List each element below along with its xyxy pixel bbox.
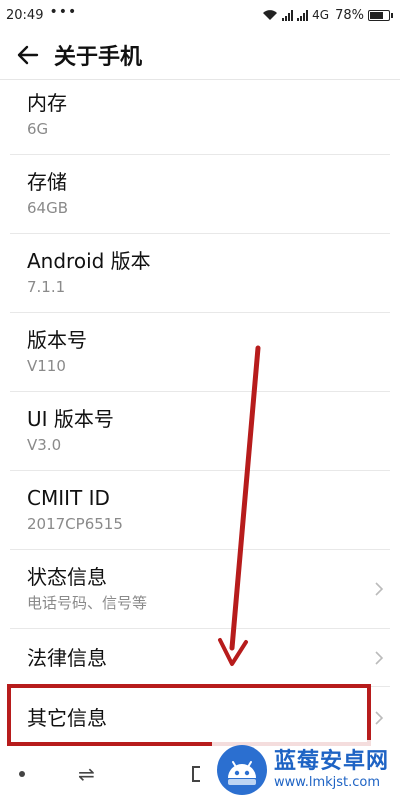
item-title: Android 版本 — [27, 249, 151, 273]
item-subtitle: 2017CP6515 — [27, 515, 123, 533]
nav-dot-icon[interactable] — [19, 771, 25, 777]
chevron-right-icon — [375, 582, 384, 596]
list-item-build-number[interactable]: 版本号 V110 — [10, 313, 390, 392]
item-subtitle: V110 — [27, 357, 66, 375]
list-item-cmiit-id[interactable]: CMIIT ID 2017CP6515 — [10, 471, 390, 550]
item-subtitle: 电话号码、信号等 — [27, 594, 148, 612]
status-time: 20:49 — [6, 7, 44, 23]
item-subtitle: 6G — [27, 120, 49, 138]
item-title: 法律信息 — [27, 645, 107, 670]
watermark-url: www.lmkjst.com — [274, 775, 381, 790]
item-subtitle: 64GB — [27, 199, 69, 217]
item-subtitle: 7.1.1 — [27, 278, 66, 296]
nav-recent-apps-icon[interactable] — [192, 766, 200, 782]
item-title: 存储 — [27, 170, 67, 194]
watermark-title: 蓝莓安卓网 — [274, 749, 390, 774]
network-type: 4G — [312, 8, 330, 22]
status-right: 4G 78% — [262, 7, 393, 23]
item-subtitle: V3.0 — [27, 436, 62, 454]
settings-list: 内存 6G 存储 64GB Android 版本 7.1.1 版本号 V110 … — [0, 80, 400, 749]
screen: 20:49 ••• 4G 78% 关于手机 内存 6G 存储 64GB Andr… — [0, 0, 400, 800]
notification-dots-icon: ••• — [49, 4, 78, 20]
item-title: UI 版本号 — [27, 407, 114, 431]
page-title: 关于手机 — [54, 44, 143, 70]
status-left: 20:49 ••• — [6, 4, 77, 23]
back-arrow-icon[interactable] — [8, 35, 48, 75]
battery-percent: 78% — [335, 7, 364, 23]
battery-icon — [368, 9, 393, 21]
list-item-legal-info[interactable]: 法律信息 — [10, 629, 390, 687]
watermark: 蓝莓安卓网 www.lmkjst.com — [212, 740, 400, 800]
chevron-right-icon — [375, 711, 384, 725]
status-bar: 20:49 ••• 4G 78% — [0, 0, 400, 30]
list-item-status-info[interactable]: 状态信息 电话号码、信号等 — [10, 550, 390, 629]
item-title: 状态信息 — [27, 565, 107, 589]
item-title: CMIIT ID — [27, 486, 110, 510]
item-title: 其它信息 — [27, 706, 107, 730]
list-item-ui-version[interactable]: UI 版本号 V3.0 — [10, 392, 390, 471]
signal-icon-2 — [297, 9, 309, 21]
list-item-android-version[interactable]: Android 版本 7.1.1 — [10, 234, 390, 313]
list-item-memory[interactable]: 内存 6G — [10, 80, 390, 155]
wifi-icon — [263, 10, 278, 20]
nav-swap-icon[interactable]: ⇌ — [78, 762, 95, 786]
app-header: 关于手机 — [0, 30, 400, 80]
chevron-right-icon — [375, 650, 384, 665]
android-robot-logo — [217, 745, 267, 795]
watermark-text: 蓝莓安卓网 www.lmkjst.com — [274, 749, 389, 791]
list-item-storage[interactable]: 存储 64GB — [10, 155, 390, 234]
signal-icon — [282, 9, 294, 21]
item-title: 版本号 — [27, 328, 87, 352]
item-title: 内存 — [27, 91, 67, 115]
battery-fill — [370, 11, 384, 19]
